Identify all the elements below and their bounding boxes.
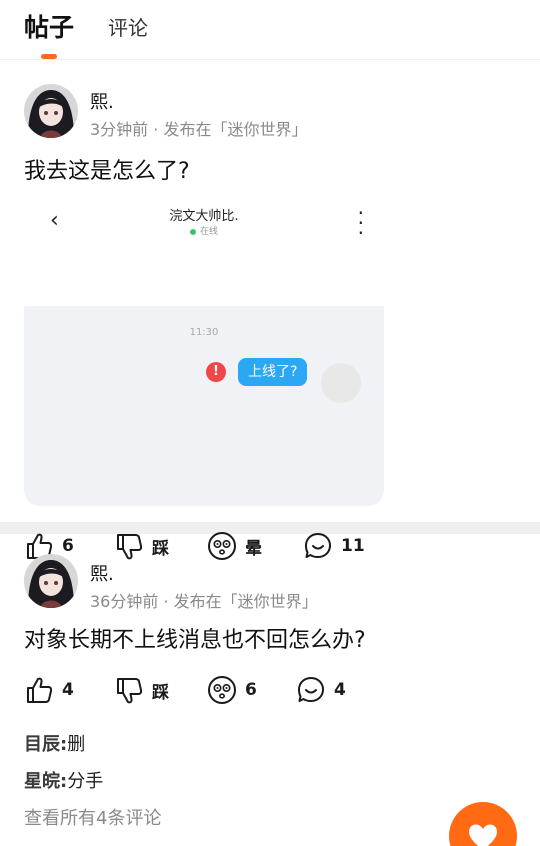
view-all-comments-link[interactable]: 查看所有4条评论 [24, 804, 161, 830]
avatar[interactable] [24, 84, 78, 138]
more-icon: · · · [357, 201, 364, 245]
comment-count: 4 [334, 680, 346, 700]
post-card[interactable]: 熙. 3分钟前 · 发布在「迷你世界」 我去这是怎么了? ‹ 浣文大帅比. 在线… [0, 60, 540, 560]
tab-posts[interactable]: 帖子 [24, 8, 74, 44]
comment-user[interactable]: 星皖: [24, 771, 67, 792]
chat-contact-status: 在线 [24, 224, 384, 237]
dizzy-button[interactable]: 6 [207, 675, 257, 705]
chat-contact-name: 浣文大帅比. [169, 209, 239, 224]
post-author[interactable]: 熙. [90, 88, 114, 114]
post-actions: 4 踩 6 4 [24, 675, 524, 709]
chat-message-bubble: 上线了? [238, 358, 308, 386]
post-meta: 3分钟前 · 发布在「迷你世界」 [90, 120, 308, 139]
post-title[interactable]: 我去这是怎么了? [24, 153, 190, 185]
thumbs-up-icon [27, 677, 53, 703]
heart-icon [469, 824, 497, 846]
post-meta: 36分钟前 · 发布在「迷你世界」 [90, 592, 318, 611]
comment-text: 删 [67, 734, 86, 755]
dizzy-count: 6 [245, 680, 257, 700]
like-button[interactable]: 4 [24, 675, 74, 705]
tab-comments[interactable]: 评论 [108, 12, 148, 41]
post-title[interactable]: 对象长期不上线消息也不回怎么办? [24, 622, 366, 654]
chat-avatar [321, 363, 361, 403]
chat-time: 11:30 [189, 327, 219, 338]
thumbs-down-icon [117, 678, 143, 704]
post-author[interactable]: 熙. [90, 560, 114, 586]
comment-preview[interactable]: 星皖:分手 [24, 767, 103, 793]
chat-header: ‹ 浣文大帅比. 在线 · · · [24, 196, 384, 246]
send-error-icon: ! [206, 362, 226, 382]
avatar[interactable] [24, 554, 78, 608]
online-dot-icon [189, 228, 196, 235]
chat-status-text: 在线 [199, 227, 218, 237]
like-count: 4 [62, 680, 74, 700]
dislike-button[interactable]: 踩 [114, 675, 169, 705]
active-tab-indicator [41, 54, 57, 59]
dislike-label: 踩 [152, 682, 169, 703]
comment-preview[interactable]: 目辰:删 [24, 730, 85, 756]
post-card[interactable]: 熙. 36分钟前 · 发布在「迷你世界」 对象长期不上线消息也不回怎么办? 4 … [0, 534, 540, 846]
tab-bar: 帖子 评论 [0, 0, 540, 60]
comment-user[interactable]: 目辰: [24, 734, 67, 755]
dizzy-face-icon [208, 676, 236, 704]
comment-text: 分手 [67, 771, 104, 792]
comment-button[interactable]: 4 [296, 675, 346, 705]
comment-bubble-icon [298, 677, 324, 702]
